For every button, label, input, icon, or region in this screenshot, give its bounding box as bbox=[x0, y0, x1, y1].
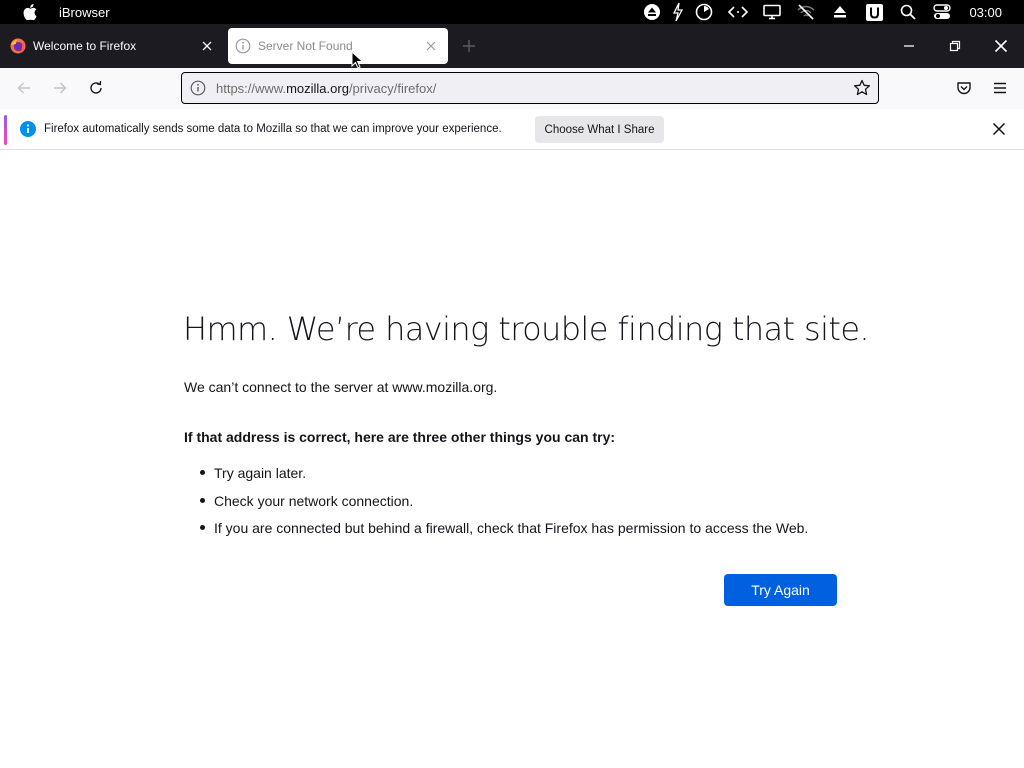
navigation-toolbar: https://www.mozilla.org/privacy/firefox/ bbox=[0, 68, 1024, 109]
code-icon[interactable] bbox=[721, 0, 755, 24]
tab-title: Server Not Found bbox=[258, 39, 353, 53]
url-path: /privacy/firefox/ bbox=[348, 80, 437, 96]
tab-strip: Welcome to Firefox Server Not Found bbox=[0, 24, 1024, 68]
notification-accent-bar bbox=[4, 115, 7, 145]
error-title: Hmm. We’re having trouble finding that s… bbox=[183, 310, 870, 348]
firefox-icon bbox=[10, 38, 26, 54]
clock[interactable]: 03:00 bbox=[969, 5, 1002, 20]
close-icon[interactable] bbox=[423, 38, 439, 54]
data-collection-notification: Firefox automatically sends some data to… bbox=[0, 109, 1024, 150]
url-text[interactable]: https://www.mozilla.org/privacy/firefox/ bbox=[216, 81, 852, 96]
info-icon bbox=[20, 121, 36, 137]
control-center-icon[interactable] bbox=[925, 0, 959, 24]
try-again-button[interactable]: Try Again bbox=[724, 574, 837, 606]
close-icon[interactable] bbox=[989, 119, 1009, 139]
bookmark-star-icon[interactable] bbox=[852, 78, 872, 98]
error-description: We can’t connect to the server at www.mo… bbox=[184, 379, 498, 395]
back-arrow-icon[interactable] bbox=[12, 76, 36, 100]
restore-icon[interactable] bbox=[943, 34, 967, 58]
search-icon[interactable] bbox=[891, 0, 925, 24]
tab-server-not-found[interactable]: Server Not Found bbox=[228, 28, 448, 64]
forward-arrow-icon[interactable] bbox=[48, 76, 72, 100]
info-icon bbox=[235, 38, 251, 54]
eject-icon[interactable] bbox=[823, 0, 857, 24]
site-info-icon[interactable] bbox=[190, 80, 206, 96]
tab-title: Welcome to Firefox bbox=[33, 39, 137, 53]
url-domain: mozilla.org bbox=[286, 80, 349, 96]
wifi-off-icon[interactable] bbox=[789, 0, 823, 24]
url-bar[interactable]: https://www.mozilla.org/privacy/firefox/ bbox=[181, 72, 879, 104]
u-icon[interactable] bbox=[857, 0, 891, 24]
pocket-icon[interactable] bbox=[952, 76, 976, 100]
list-item: Try again later. bbox=[200, 462, 808, 490]
eject-icon[interactable] bbox=[635, 0, 669, 24]
reload-icon[interactable] bbox=[84, 76, 108, 100]
minimize-icon[interactable] bbox=[897, 34, 921, 58]
close-icon[interactable] bbox=[199, 38, 215, 54]
new-tab-plus-icon[interactable] bbox=[459, 36, 479, 56]
suggestions-list: Try again later. Check your network conn… bbox=[200, 462, 808, 545]
close-window-icon[interactable] bbox=[989, 34, 1013, 58]
apple-logo-icon[interactable] bbox=[22, 4, 38, 20]
url-prefix: https://www. bbox=[216, 80, 287, 96]
hamburger-menu-icon[interactable] bbox=[988, 76, 1012, 100]
list-item: Check your network connection. bbox=[200, 490, 808, 518]
suggestions-heading: If that address is correct, here are thr… bbox=[184, 429, 616, 445]
list-item: If you are connected but behind a firewa… bbox=[200, 517, 808, 545]
tab-welcome-to-firefox[interactable]: Welcome to Firefox bbox=[0, 28, 224, 64]
timer-icon[interactable] bbox=[687, 0, 721, 24]
choose-what-i-share-button[interactable]: Choose What I Share bbox=[535, 116, 664, 143]
system-menu-bar: iBrowser 03:00 bbox=[0, 0, 1024, 24]
app-name[interactable]: iBrowser bbox=[59, 5, 110, 20]
bolt-icon[interactable] bbox=[669, 0, 687, 24]
display-icon[interactable] bbox=[755, 0, 789, 24]
notification-text: Firefox automatically sends some data to… bbox=[44, 123, 502, 135]
error-page: Hmm. We’re having trouble finding that s… bbox=[0, 152, 1024, 768]
